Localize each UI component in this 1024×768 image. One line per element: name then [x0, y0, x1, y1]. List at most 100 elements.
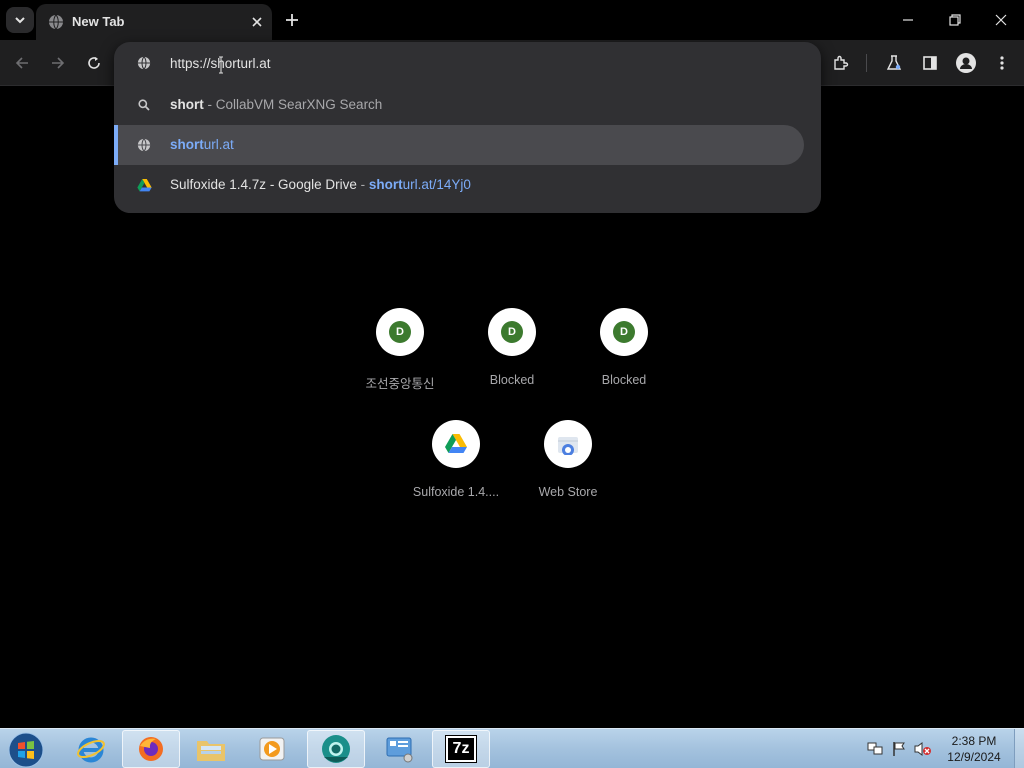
globe-icon	[49, 14, 63, 30]
shortcut-tile[interactable]: Sulfoxide 1.4....	[400, 420, 512, 520]
globe-icon	[137, 56, 151, 70]
omnibox-dropdown: https://shorturl.at short - CollabVM Sea…	[114, 42, 821, 213]
tab-search-button[interactable]	[6, 7, 34, 33]
toolbar-divider	[866, 54, 867, 72]
menu-button[interactable]	[989, 50, 1015, 76]
suggestion-rest: url.at	[203, 137, 234, 152]
tray-action-center[interactable]	[890, 740, 908, 758]
globe-icon	[137, 138, 151, 152]
taskbar-file-explorer[interactable]	[182, 730, 240, 768]
letter-icon: D	[501, 321, 523, 343]
letter-icon: D	[389, 321, 411, 343]
reload-icon	[88, 57, 100, 69]
shortcut-icon-circle: D	[376, 308, 424, 356]
shortcut-tile[interactable]: D Blocked	[456, 308, 568, 408]
web-store-icon	[558, 437, 578, 455]
labs-button[interactable]	[881, 50, 907, 76]
suggestion-separator: -	[356, 177, 369, 192]
flask-icon	[886, 55, 902, 70]
shortcut-icon-circle: D	[600, 308, 648, 356]
internet-explorer-icon	[77, 737, 105, 763]
chrome-icon	[322, 735, 350, 763]
omnibox-globe	[136, 55, 152, 71]
folder-icon	[197, 741, 225, 761]
shortcut-tile[interactable]: D Blocked	[568, 308, 680, 408]
7zip-icon: 7z	[445, 735, 477, 763]
suggestion-text: short - CollabVM SearXNG Search	[170, 97, 382, 112]
suggestion-search[interactable]: short - CollabVM SearXNG Search	[114, 85, 804, 125]
shortcut-icon-circle: D	[488, 308, 536, 356]
tab-title: New Tab	[72, 14, 125, 29]
shortcut-tile[interactable]: Web Store	[512, 420, 624, 520]
suggestion-icon	[136, 97, 152, 113]
suggestion-text: shorturl.at	[170, 137, 234, 152]
suggestion-match: short	[170, 137, 204, 152]
clock-date: 12/9/2024	[947, 750, 1001, 764]
shortcut-label: Blocked	[489, 373, 535, 387]
tab-strip: New Tab	[0, 0, 1024, 40]
7zip-label: 7z	[452, 740, 470, 757]
arrow-left-icon	[15, 57, 28, 69]
shortcut-icon-circle	[544, 420, 592, 468]
tab-new-tab[interactable]: New Tab	[36, 4, 272, 40]
close-icon	[252, 17, 262, 27]
show-desktop-button[interactable]	[1014, 729, 1024, 768]
more-vert-icon	[1000, 56, 1004, 70]
omnibox-input-row[interactable]: https://shorturl.at	[114, 42, 821, 84]
suggestion-url-selected[interactable]: shorturl.at	[114, 125, 804, 165]
letter-icon: D	[613, 321, 635, 343]
shortcut-label: Blocked	[601, 373, 647, 387]
tray-network[interactable]	[866, 740, 884, 758]
volume-muted-icon	[914, 742, 931, 756]
taskbar-chrome[interactable]	[307, 730, 365, 768]
reload-button[interactable]	[81, 50, 107, 76]
start-button[interactable]	[6, 731, 46, 768]
extensions-button[interactable]	[828, 50, 854, 76]
firefox-icon	[139, 737, 163, 761]
arrow-right-icon	[52, 57, 65, 69]
restore-button[interactable]	[933, 6, 977, 34]
forward-button[interactable]	[45, 50, 71, 76]
clock-time: 2:38 PM	[951, 734, 997, 748]
tray-volume[interactable]	[914, 740, 932, 758]
close-window-button[interactable]	[979, 6, 1023, 34]
text-cursor-icon	[219, 56, 223, 74]
taskbar-7zip[interactable]: 7z	[432, 730, 490, 768]
shortcut-label: Web Store	[538, 485, 598, 499]
taskbar-internet-explorer[interactable]	[62, 730, 120, 768]
shortcut-label: Sulfoxide 1.4....	[412, 485, 500, 499]
close-icon	[995, 14, 1007, 26]
minimize-icon	[903, 19, 913, 21]
minimize-button[interactable]	[886, 6, 930, 34]
restore-icon	[949, 14, 961, 26]
suggestion-title: Sulfoxide 1.4.7z - Google Drive	[170, 177, 357, 192]
search-icon	[138, 99, 150, 111]
network-icon	[867, 742, 883, 755]
tab-close-button[interactable]	[248, 13, 266, 31]
back-button[interactable]	[9, 50, 35, 76]
side-panel-icon	[923, 56, 937, 70]
taskbar-clock[interactable]: 2:38 PM 12/9/2024	[940, 733, 1008, 765]
suggestion-description: CollabVM SearXNG Search	[215, 97, 383, 112]
taskbar-firefox[interactable]	[122, 730, 180, 768]
suggestion-icon	[136, 177, 152, 193]
chevron-down-icon	[15, 17, 25, 24]
new-tab-button[interactable]	[282, 10, 302, 30]
suggestion-icon	[136, 137, 152, 153]
profile-button[interactable]	[953, 50, 979, 76]
flag-icon	[893, 742, 905, 756]
shortcut-label: 조선중앙통신	[365, 377, 435, 391]
plus-icon	[286, 14, 298, 26]
suggestion-separator: -	[203, 97, 216, 112]
avatar-icon	[956, 53, 976, 73]
google-drive-icon	[136, 178, 152, 191]
suggestion-url-rest: url.at/14Yj0	[402, 177, 471, 192]
shortcut-tile[interactable]: D 조선중앙통신	[344, 308, 456, 408]
side-panel-button[interactable]	[917, 50, 943, 76]
taskbar: 7z 2:38 PM 12/9/2024	[0, 728, 1024, 768]
taskbar-control-panel[interactable]	[370, 730, 428, 768]
suggestion-drive-file[interactable]: Sulfoxide 1.4.7z - Google Drive - shortu…	[114, 165, 804, 205]
suggestion-text: Sulfoxide 1.4.7z - Google Drive - shortu…	[170, 177, 471, 192]
suggestion-url-match: short	[368, 177, 403, 192]
taskbar-media-player[interactable]	[243, 730, 301, 768]
